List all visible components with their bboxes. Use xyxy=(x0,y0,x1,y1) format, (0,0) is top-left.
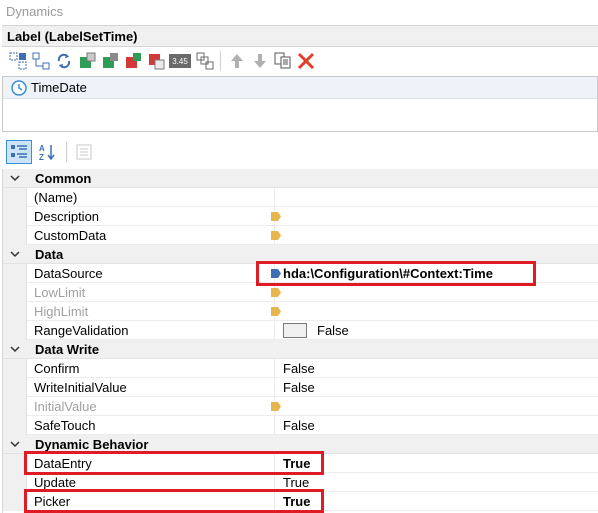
property-name: CustomData xyxy=(27,225,275,245)
property-value-cell[interactable]: False xyxy=(275,321,598,340)
add-green-icon[interactable] xyxy=(75,50,98,73)
property-name: SafeTouch xyxy=(27,415,275,435)
property-value[interactable]: True xyxy=(275,492,598,511)
property-name: Picker xyxy=(27,491,275,511)
property-value: hda:\Configuration\#Context:Time xyxy=(283,265,493,281)
svg-text:A: A xyxy=(39,144,45,153)
chevron-down-icon[interactable] xyxy=(3,435,27,454)
select-all-icon[interactable] xyxy=(6,50,29,73)
property-row-description[interactable]: Description xyxy=(3,206,598,226)
move-up-icon[interactable] xyxy=(225,50,248,73)
alphabetical-icon[interactable]: AZ xyxy=(34,140,60,164)
svg-text:3.45: 3.45 xyxy=(172,57,188,66)
property-name: (Name) xyxy=(27,187,275,207)
category-dynamic-behavior[interactable]: Dynamic Behavior xyxy=(3,435,598,454)
category-title: Dynamic Behavior xyxy=(35,436,149,452)
property-name: WriteInitialValue xyxy=(27,377,275,397)
property-name: DataSource xyxy=(27,263,275,283)
property-row-lowlimit[interactable]: LowLimit xyxy=(3,282,598,302)
category-common[interactable]: Common xyxy=(3,169,598,188)
property-value[interactable] xyxy=(275,188,598,207)
property-row-highlimit[interactable]: HighLimit xyxy=(3,301,598,321)
property-name: DataEntry xyxy=(27,453,275,473)
property-value[interactable]: True xyxy=(275,454,598,473)
tag-icon xyxy=(271,268,281,278)
property-name: Update xyxy=(27,472,275,492)
dynamics-toolbar: 3.45 xyxy=(2,47,598,75)
group-icon[interactable] xyxy=(193,50,216,73)
chevron-down-icon[interactable] xyxy=(3,340,27,359)
property-row-confirm[interactable]: Confirm False xyxy=(3,358,598,378)
delete-icon[interactable] xyxy=(294,50,317,73)
property-row-datasource[interactable]: DataSource hda:\Configuration\#Context:T… xyxy=(3,263,598,283)
property-row-name[interactable]: (Name) xyxy=(3,187,598,207)
tag-icon xyxy=(271,287,281,297)
tag-icon xyxy=(271,230,281,240)
property-name: HighLimit xyxy=(27,301,275,321)
clock-icon xyxy=(11,79,27,96)
category-data-write[interactable]: Data Write xyxy=(3,340,598,359)
property-pages-icon[interactable] xyxy=(71,140,97,164)
property-name: Confirm xyxy=(27,358,275,378)
tag-icon xyxy=(271,401,281,411)
category-data[interactable]: Data xyxy=(3,245,598,264)
property-name: InitialValue xyxy=(27,396,275,416)
connect-icon[interactable] xyxy=(29,50,52,73)
property-name: RangeValidation xyxy=(27,320,275,340)
chevron-down-icon[interactable] xyxy=(3,169,27,188)
move-down-icon[interactable] xyxy=(248,50,271,73)
property-row-writeinitialvalue[interactable]: WriteInitialValue False xyxy=(3,377,598,397)
property-value: False xyxy=(317,322,349,338)
property-row-safetouch[interactable]: SafeTouch False xyxy=(3,415,598,435)
tag-icon xyxy=(271,211,281,221)
range-validation-checkbox[interactable] xyxy=(283,322,307,338)
property-value-cell[interactable] xyxy=(271,397,598,416)
svg-text:Z: Z xyxy=(39,153,44,161)
property-value[interactable]: False xyxy=(275,359,598,378)
add-red-icon[interactable] xyxy=(121,50,144,73)
property-value[interactable]: True xyxy=(275,473,598,492)
copy-icon[interactable] xyxy=(271,50,294,73)
category-title: Data Write xyxy=(35,341,100,357)
property-name: LowLimit xyxy=(27,282,275,302)
category-title: Data xyxy=(35,246,64,262)
property-name: Description xyxy=(27,206,275,226)
property-row-picker[interactable]: Picker True xyxy=(3,491,598,511)
property-value-cell[interactable] xyxy=(271,207,598,226)
property-row-rangevalidation[interactable]: RangeValidation False xyxy=(3,320,598,340)
property-grid: Common (Name) Description CustomData Dat… xyxy=(2,169,598,513)
remove-green-icon[interactable] xyxy=(98,50,121,73)
refresh-icon[interactable] xyxy=(52,50,75,73)
categorized-icon[interactable] xyxy=(6,140,32,164)
property-row-customdata[interactable]: CustomData xyxy=(3,225,598,245)
panel-title: Dynamics xyxy=(6,4,64,19)
property-value-cell[interactable] xyxy=(271,283,598,302)
tag-icon xyxy=(271,306,281,316)
property-row-dataentry[interactable]: DataEntry True xyxy=(3,453,598,473)
dynamics-list: TimeDate xyxy=(2,76,598,132)
toolbar-separator xyxy=(220,51,221,71)
property-value[interactable]: False xyxy=(275,378,598,397)
property-value[interactable]: False xyxy=(275,416,598,435)
object-header: Label (LabelSetTime) xyxy=(2,25,598,47)
number-icon[interactable]: 3.45 xyxy=(167,50,193,73)
property-row-initialvalue[interactable]: InitialValue xyxy=(3,396,598,416)
property-value-cell[interactable]: hda:\Configuration\#Context:Time xyxy=(271,264,598,283)
category-title: Common xyxy=(35,170,92,186)
property-value-cell[interactable] xyxy=(271,302,598,321)
property-value-cell[interactable] xyxy=(271,226,598,245)
list-item-label: TimeDate xyxy=(31,80,87,95)
remove-red-icon[interactable] xyxy=(144,50,167,73)
property-row-update[interactable]: Update True xyxy=(3,472,598,492)
property-toolbar: AZ xyxy=(2,138,598,166)
chevron-down-icon[interactable] xyxy=(3,245,27,264)
toolbar-separator xyxy=(66,142,67,162)
list-item-timedate[interactable]: TimeDate xyxy=(3,77,597,99)
